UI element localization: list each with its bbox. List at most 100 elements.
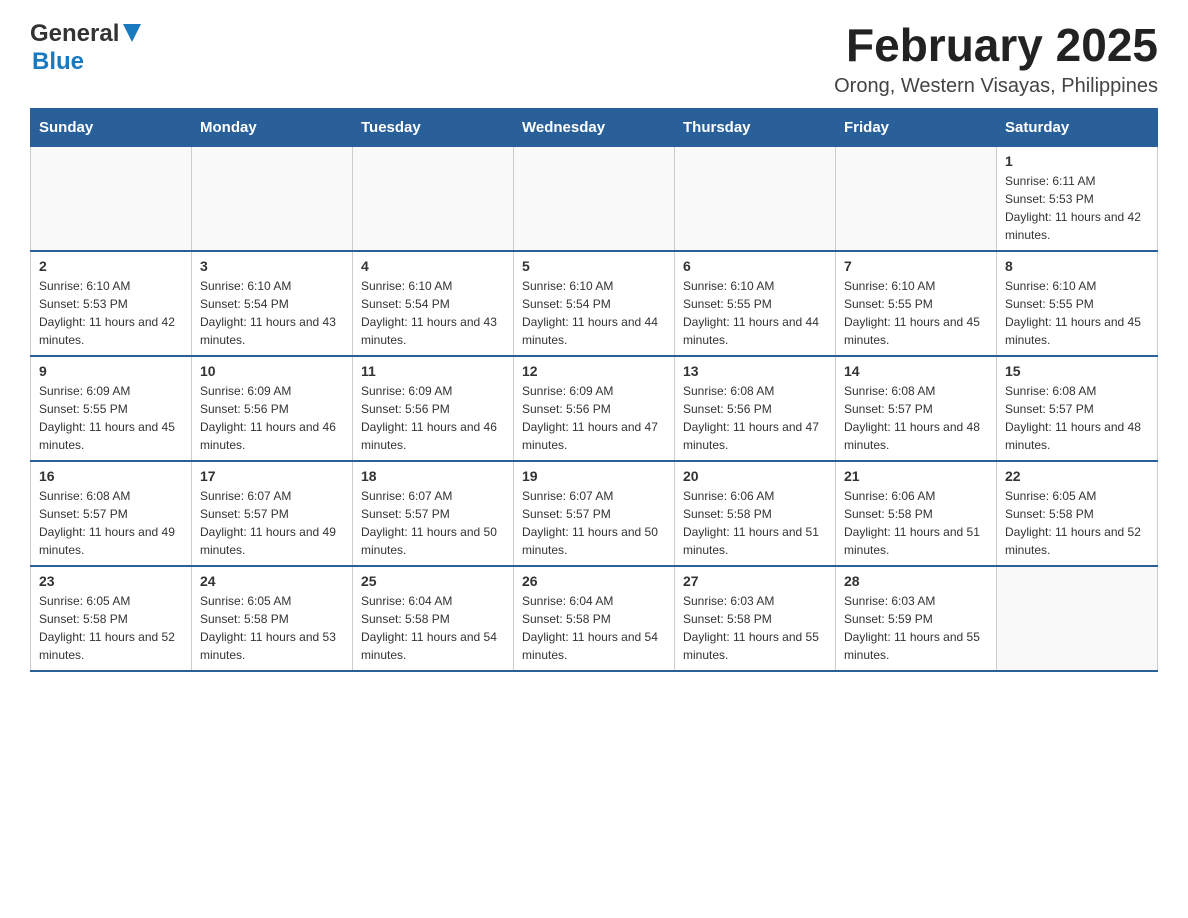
day-info: Sunrise: 6:10 AMSunset: 5:55 PMDaylight:… <box>683 277 827 349</box>
weekday-header-sunday: Sunday <box>31 108 192 146</box>
page-header: General Blue February 2025 Orong, Wester… <box>30 20 1158 98</box>
calendar-cell: 17 Sunrise: 6:07 AMSunset: 5:57 PMDayligh… <box>192 461 353 566</box>
day-number: 15 <box>1005 363 1149 379</box>
day-number: 11 <box>361 363 505 379</box>
calendar-cell: 22 Sunrise: 6:05 AMSunset: 5:58 PMDayligh… <box>997 461 1158 566</box>
weekday-header-monday: Monday <box>192 108 353 146</box>
day-info: Sunrise: 6:03 AMSunset: 5:58 PMDaylight:… <box>683 592 827 664</box>
calendar-week-row: 9 Sunrise: 6:09 AMSunset: 5:55 PMDaylight… <box>31 356 1158 461</box>
day-number: 25 <box>361 573 505 589</box>
day-info: Sunrise: 6:04 AMSunset: 5:58 PMDaylight:… <box>361 592 505 664</box>
calendar-cell: 24 Sunrise: 6:05 AMSunset: 5:58 PMDayligh… <box>192 566 353 671</box>
title-block: February 2025 Orong, Western Visayas, Ph… <box>834 20 1158 98</box>
calendar-cell: 21 Sunrise: 6:06 AMSunset: 5:58 PMDayligh… <box>836 461 997 566</box>
day-number: 18 <box>361 468 505 484</box>
calendar-cell: 28 Sunrise: 6:03 AMSunset: 5:59 PMDayligh… <box>836 566 997 671</box>
weekday-header-thursday: Thursday <box>675 108 836 146</box>
calendar-cell: 4 Sunrise: 6:10 AMSunset: 5:54 PMDaylight… <box>353 251 514 356</box>
logo: General Blue <box>30 20 141 76</box>
day-number: 22 <box>1005 468 1149 484</box>
calendar-title: February 2025 <box>834 20 1158 71</box>
calendar-table: SundayMondayTuesdayWednesdayThursdayFrid… <box>30 108 1158 672</box>
day-info: Sunrise: 6:06 AMSunset: 5:58 PMDaylight:… <box>844 487 988 559</box>
logo-blue-text: Blue <box>32 48 84 75</box>
day-info: Sunrise: 6:09 AMSunset: 5:55 PMDaylight:… <box>39 382 183 454</box>
calendar-cell: 1 Sunrise: 6:11 AMSunset: 5:53 PMDaylight… <box>997 146 1158 251</box>
day-info: Sunrise: 6:08 AMSunset: 5:57 PMDaylight:… <box>844 382 988 454</box>
day-number: 14 <box>844 363 988 379</box>
calendar-cell: 2 Sunrise: 6:10 AMSunset: 5:53 PMDaylight… <box>31 251 192 356</box>
calendar-cell: 26 Sunrise: 6:04 AMSunset: 5:58 PMDayligh… <box>514 566 675 671</box>
day-number: 19 <box>522 468 666 484</box>
weekday-header-wednesday: Wednesday <box>514 108 675 146</box>
calendar-cell <box>514 146 675 251</box>
calendar-cell: 20Sunrise: 6:06 AMSunset: 5:58 PMDayligh… <box>675 461 836 566</box>
day-info: Sunrise: 6:08 AMSunset: 5:56 PMDaylight:… <box>683 382 827 454</box>
day-number: 23 <box>39 573 183 589</box>
day-info: Sunrise: 6:08 AMSunset: 5:57 PMDaylight:… <box>1005 382 1149 454</box>
calendar-cell: 11 Sunrise: 6:09 AMSunset: 5:56 PMDayligh… <box>353 356 514 461</box>
day-info: Sunrise: 6:09 AMSunset: 5:56 PMDaylight:… <box>200 382 344 454</box>
calendar-cell <box>192 146 353 251</box>
day-number: 28 <box>844 573 988 589</box>
day-info: Sunrise: 6:07 AMSunset: 5:57 PMDaylight:… <box>200 487 344 559</box>
calendar-week-row: 16 Sunrise: 6:08 AMSunset: 5:57 PMDayligh… <box>31 461 1158 566</box>
calendar-cell <box>836 146 997 251</box>
day-number: 7 <box>844 258 988 274</box>
day-info: Sunrise: 6:10 AMSunset: 5:54 PMDaylight:… <box>361 277 505 349</box>
day-info: Sunrise: 6:10 AMSunset: 5:53 PMDaylight:… <box>39 277 183 349</box>
calendar-cell: 14 Sunrise: 6:08 AMSunset: 5:57 PMDayligh… <box>836 356 997 461</box>
calendar-cell: 19Sunrise: 6:07 AMSunset: 5:57 PMDayligh… <box>514 461 675 566</box>
calendar-cell: 5Sunrise: 6:10 AMSunset: 5:54 PMDaylight… <box>514 251 675 356</box>
calendar-cell <box>675 146 836 251</box>
calendar-cell: 8Sunrise: 6:10 AMSunset: 5:55 PMDaylight… <box>997 251 1158 356</box>
day-info: Sunrise: 6:10 AMSunset: 5:54 PMDaylight:… <box>522 277 666 349</box>
calendar-cell <box>31 146 192 251</box>
calendar-cell: 13 Sunrise: 6:08 AMSunset: 5:56 PMDayligh… <box>675 356 836 461</box>
day-number: 10 <box>200 363 344 379</box>
day-info: Sunrise: 6:11 AMSunset: 5:53 PMDaylight:… <box>1005 172 1149 244</box>
day-info: Sunrise: 6:06 AMSunset: 5:58 PMDaylight:… <box>683 487 827 559</box>
day-number: 13 <box>683 363 827 379</box>
calendar-cell: 9 Sunrise: 6:09 AMSunset: 5:55 PMDaylight… <box>31 356 192 461</box>
day-number: 4 <box>361 258 505 274</box>
weekday-header-row: SundayMondayTuesdayWednesdayThursdayFrid… <box>31 108 1158 146</box>
day-info: Sunrise: 6:05 AMSunset: 5:58 PMDaylight:… <box>1005 487 1149 559</box>
day-number: 17 <box>200 468 344 484</box>
day-number: 21 <box>844 468 988 484</box>
day-number: 24 <box>200 573 344 589</box>
day-number: 6 <box>683 258 827 274</box>
calendar-week-row: 2 Sunrise: 6:10 AMSunset: 5:53 PMDaylight… <box>31 251 1158 356</box>
day-info: Sunrise: 6:10 AMSunset: 5:55 PMDaylight:… <box>844 277 988 349</box>
calendar-cell: 15 Sunrise: 6:08 AMSunset: 5:57 PMDayligh… <box>997 356 1158 461</box>
day-info: Sunrise: 6:03 AMSunset: 5:59 PMDaylight:… <box>844 592 988 664</box>
day-number: 12 <box>522 363 666 379</box>
day-info: Sunrise: 6:09 AMSunset: 5:56 PMDaylight:… <box>522 382 666 454</box>
day-number: 1 <box>1005 153 1149 169</box>
calendar-cell: 12 Sunrise: 6:09 AMSunset: 5:56 PMDayligh… <box>514 356 675 461</box>
calendar-cell <box>997 566 1158 671</box>
calendar-cell: 23Sunrise: 6:05 AMSunset: 5:58 PMDayligh… <box>31 566 192 671</box>
day-info: Sunrise: 6:05 AMSunset: 5:58 PMDaylight:… <box>200 592 344 664</box>
day-number: 16 <box>39 468 183 484</box>
day-number: 26 <box>522 573 666 589</box>
calendar-cell: 3 Sunrise: 6:10 AMSunset: 5:54 PMDaylight… <box>192 251 353 356</box>
day-info: Sunrise: 6:10 AMSunset: 5:55 PMDaylight:… <box>1005 277 1149 349</box>
day-number: 27 <box>683 573 827 589</box>
day-info: Sunrise: 6:04 AMSunset: 5:58 PMDaylight:… <box>522 592 666 664</box>
day-info: Sunrise: 6:09 AMSunset: 5:56 PMDaylight:… <box>361 382 505 454</box>
day-number: 3 <box>200 258 344 274</box>
calendar-week-row: 1 Sunrise: 6:11 AMSunset: 5:53 PMDaylight… <box>31 146 1158 251</box>
weekday-header-tuesday: Tuesday <box>353 108 514 146</box>
day-number: 2 <box>39 258 183 274</box>
weekday-header-friday: Friday <box>836 108 997 146</box>
day-info: Sunrise: 6:08 AMSunset: 5:57 PMDaylight:… <box>39 487 183 559</box>
day-number: 9 <box>39 363 183 379</box>
calendar-cell: 18Sunrise: 6:07 AMSunset: 5:57 PMDayligh… <box>353 461 514 566</box>
calendar-cell: 25 Sunrise: 6:04 AMSunset: 5:58 PMDayligh… <box>353 566 514 671</box>
calendar-cell: 16 Sunrise: 6:08 AMSunset: 5:57 PMDayligh… <box>31 461 192 566</box>
calendar-week-row: 23 Sunrise: 6:05 AMSunset: 5:58 PMDayligh… <box>31 566 1158 671</box>
logo-triangle-icon <box>123 24 141 47</box>
day-info: Sunrise: 6:10 AMSunset: 5:54 PMDaylight:… <box>200 277 344 349</box>
location-subtitle: Orong, Western Visayas, Philippines <box>834 75 1158 98</box>
